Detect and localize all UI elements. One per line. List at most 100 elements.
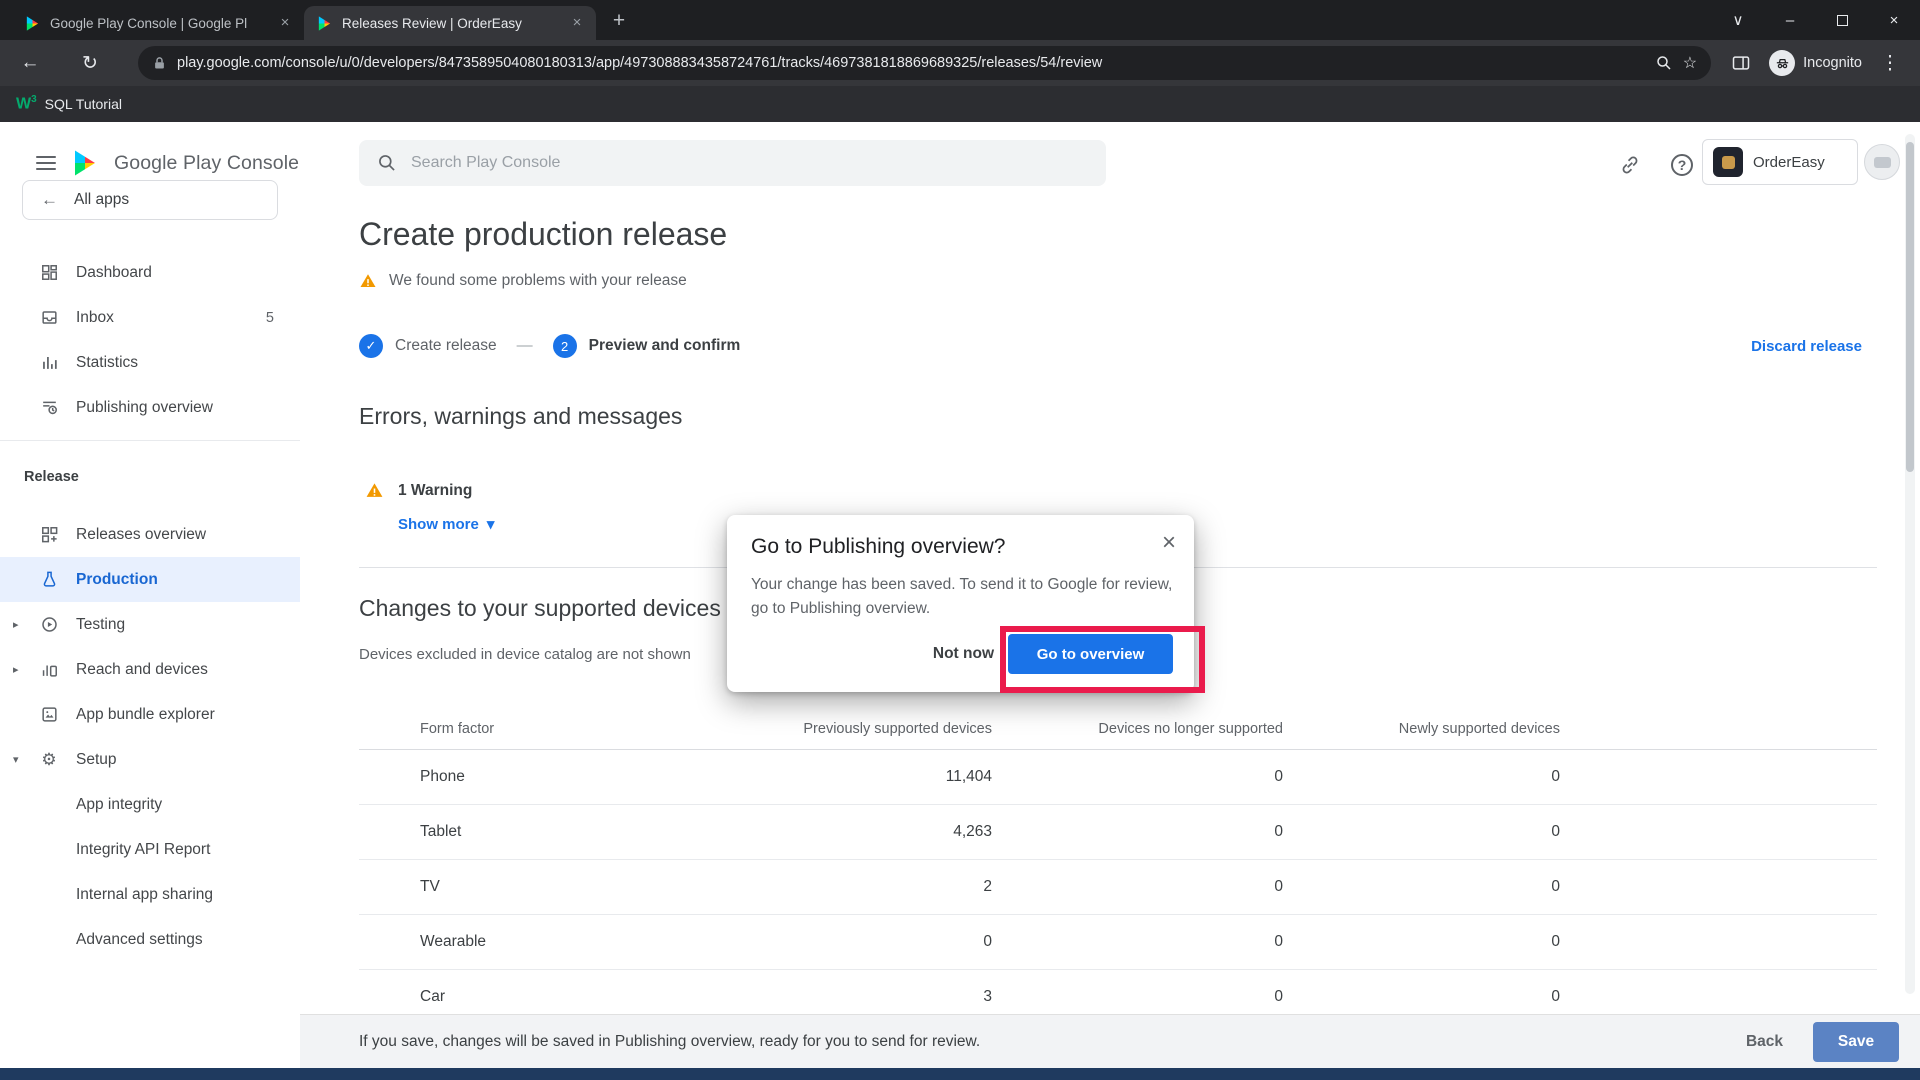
release-stepper: ✓ Create release — 2 Preview and confirm bbox=[359, 334, 740, 358]
back-button[interactable]: Back bbox=[1746, 1033, 1783, 1051]
address-bar[interactable]: play.google.com/console/u/0/developers/8… bbox=[138, 46, 1711, 80]
step2-number: 2 bbox=[553, 334, 577, 358]
new-tab-button[interactable]: + bbox=[604, 7, 634, 37]
inbox-count-badge: 5 bbox=[266, 310, 274, 326]
side-panel-icon[interactable] bbox=[1723, 45, 1759, 81]
play-logo-favicon bbox=[24, 15, 41, 32]
search-input[interactable] bbox=[411, 154, 1088, 172]
table-row: Tablet 4,263 0 0 bbox=[359, 805, 1877, 860]
release-section-label: Release bbox=[0, 467, 300, 487]
tab-releases-review[interactable]: Releases Review | OrderEasy × bbox=[304, 6, 596, 40]
help-icon[interactable]: ? bbox=[1668, 151, 1696, 179]
previously-supported-cell: 0 bbox=[739, 933, 992, 951]
not-now-button[interactable]: Not now bbox=[933, 634, 994, 674]
discard-release-link[interactable]: Discard release bbox=[1751, 338, 1862, 355]
close-window-button[interactable]: × bbox=[1868, 0, 1920, 40]
tab-play-console[interactable]: Google Play Console | Google Pl × bbox=[12, 6, 304, 40]
sidebar-divider bbox=[0, 440, 300, 441]
console-search[interactable] bbox=[359, 140, 1106, 186]
sidebar-nav-top: Dashboard Inbox 5 bbox=[0, 250, 300, 430]
back-arrow-icon: ← bbox=[41, 190, 58, 210]
sidebar-item-app-bundle-explorer[interactable]: App bundle explorer bbox=[0, 692, 300, 737]
play-console-logo-icon bbox=[70, 148, 100, 178]
browser-tab-strip: Google Play Console | Google Pl × Releas… bbox=[0, 0, 1920, 40]
current-app-chip[interactable]: OrderEasy bbox=[1702, 139, 1858, 185]
sidebar-item-label: Testing bbox=[76, 616, 125, 634]
window-controls: ∨ – × bbox=[1712, 0, 1920, 40]
app-name-label: OrderEasy bbox=[1753, 154, 1825, 171]
account-avatar[interactable] bbox=[1864, 144, 1900, 180]
reload-button[interactable]: ↻ bbox=[72, 45, 108, 81]
step2-label[interactable]: Preview and confirm bbox=[589, 337, 741, 355]
stepper-connector: — bbox=[517, 337, 533, 355]
sidebar-item-inbox[interactable]: Inbox 5 bbox=[0, 295, 300, 340]
column-header: Previously supported devices bbox=[739, 721, 992, 737]
sidebar-item-releases-overview[interactable]: Releases overview bbox=[0, 512, 300, 557]
dialog-close-icon[interactable]: × bbox=[1162, 529, 1176, 557]
sidebar-item-reach-and-devices[interactable]: ▸ Reach and devices bbox=[0, 647, 300, 692]
save-footer-message: If you save, changes will be saved in Pu… bbox=[359, 1033, 980, 1051]
scrollbar-track[interactable] bbox=[1905, 134, 1915, 994]
scrollbar-thumb[interactable] bbox=[1906, 142, 1914, 472]
form-factor-cell: TV bbox=[420, 878, 440, 896]
sidebar-item-setup[interactable]: ▾ ⚙ Setup bbox=[0, 737, 300, 782]
show-more-button[interactable]: Show more ▾ bbox=[398, 515, 494, 533]
sidebar-item-label: Statistics bbox=[76, 354, 138, 372]
no-longer-supported-cell: 0 bbox=[1035, 768, 1283, 786]
form-factor-cell: Wearable bbox=[420, 933, 486, 951]
tab-close-icon[interactable]: × bbox=[568, 14, 586, 32]
incognito-profile-chip[interactable]: Incognito bbox=[1769, 50, 1862, 76]
no-longer-supported-cell: 0 bbox=[1035, 878, 1283, 896]
page-title: Create production release bbox=[359, 216, 727, 253]
sidebar-item-internal-app-sharing[interactable]: Internal app sharing bbox=[0, 872, 300, 917]
all-apps-button[interactable]: ← All apps bbox=[22, 180, 278, 220]
sidebar-item-label: Reach and devices bbox=[76, 661, 208, 679]
sidebar-item-label: Internal app sharing bbox=[76, 886, 213, 904]
tab-search-chevron-icon[interactable]: ∨ bbox=[1712, 0, 1764, 40]
minimize-button[interactable]: – bbox=[1764, 0, 1816, 40]
bookmark-star-icon[interactable]: ☆ bbox=[1683, 53, 1697, 73]
sidebar-item-label: Advanced settings bbox=[76, 931, 203, 949]
sidebar-item-label: Production bbox=[76, 571, 158, 589]
sidebar-item-production[interactable]: Production bbox=[0, 557, 300, 602]
sidebar-item-dashboard[interactable]: Dashboard bbox=[0, 250, 300, 295]
chevron-right-icon: ▸ bbox=[13, 663, 19, 676]
menu-hamburger-icon[interactable] bbox=[36, 156, 56, 170]
chevron-down-icon: ▾ bbox=[13, 753, 19, 766]
no-longer-supported-cell: 0 bbox=[1035, 988, 1283, 1006]
incognito-label: Incognito bbox=[1803, 55, 1862, 71]
dialog-body-text: Your change has been saved. To send it t… bbox=[751, 573, 1175, 621]
link-icon[interactable] bbox=[1616, 151, 1644, 179]
form-factor-cell: Car bbox=[420, 988, 445, 1006]
incognito-icon bbox=[1769, 50, 1795, 76]
problem-banner-text: We found some problems with your release bbox=[389, 272, 687, 290]
maximize-button[interactable] bbox=[1816, 0, 1868, 40]
testing-icon bbox=[38, 615, 60, 634]
play-logo-favicon bbox=[316, 15, 333, 32]
sidebar-item-testing[interactable]: ▸ Testing bbox=[0, 602, 300, 647]
table-row: Phone 11,404 0 0 bbox=[359, 750, 1877, 805]
sidebar-item-advanced-settings[interactable]: Advanced settings bbox=[0, 917, 300, 962]
go-to-overview-button[interactable]: Go to overview bbox=[1008, 634, 1173, 674]
form-factor-cell: Tablet bbox=[420, 823, 461, 841]
zoom-icon[interactable] bbox=[1655, 54, 1673, 72]
step1-label[interactable]: Create release bbox=[395, 337, 497, 355]
sidebar-item-label: Releases overview bbox=[76, 526, 206, 544]
sidebar-item-statistics[interactable]: Statistics bbox=[0, 340, 300, 385]
maximize-icon bbox=[1837, 15, 1848, 26]
tab-close-icon[interactable]: × bbox=[276, 14, 294, 32]
reach-and-devices-icon bbox=[38, 660, 60, 679]
sidebar-item-label: Integrity API Report bbox=[76, 841, 210, 859]
sidebar-item-label: Dashboard bbox=[76, 264, 152, 282]
back-button[interactable]: ← bbox=[12, 45, 48, 81]
browser-menu-icon[interactable]: ⋮ bbox=[1872, 45, 1908, 81]
bookmarks-bar: W3 SQL Tutorial bbox=[0, 86, 1920, 122]
sidebar-item-integrity-api-report[interactable]: Integrity API Report bbox=[0, 827, 300, 872]
sidebar-item-label: App bundle explorer bbox=[76, 706, 215, 724]
sidebar-item-app-integrity[interactable]: App integrity bbox=[0, 782, 300, 827]
sidebar-item-publishing-overview[interactable]: Publishing overview bbox=[0, 385, 300, 430]
save-button[interactable]: Save bbox=[1813, 1022, 1899, 1062]
chevron-right-icon: ▸ bbox=[13, 618, 19, 631]
bookmark-sql-tutorial[interactable]: SQL Tutorial bbox=[45, 96, 122, 112]
newly-supported-cell: 0 bbox=[1314, 768, 1560, 786]
